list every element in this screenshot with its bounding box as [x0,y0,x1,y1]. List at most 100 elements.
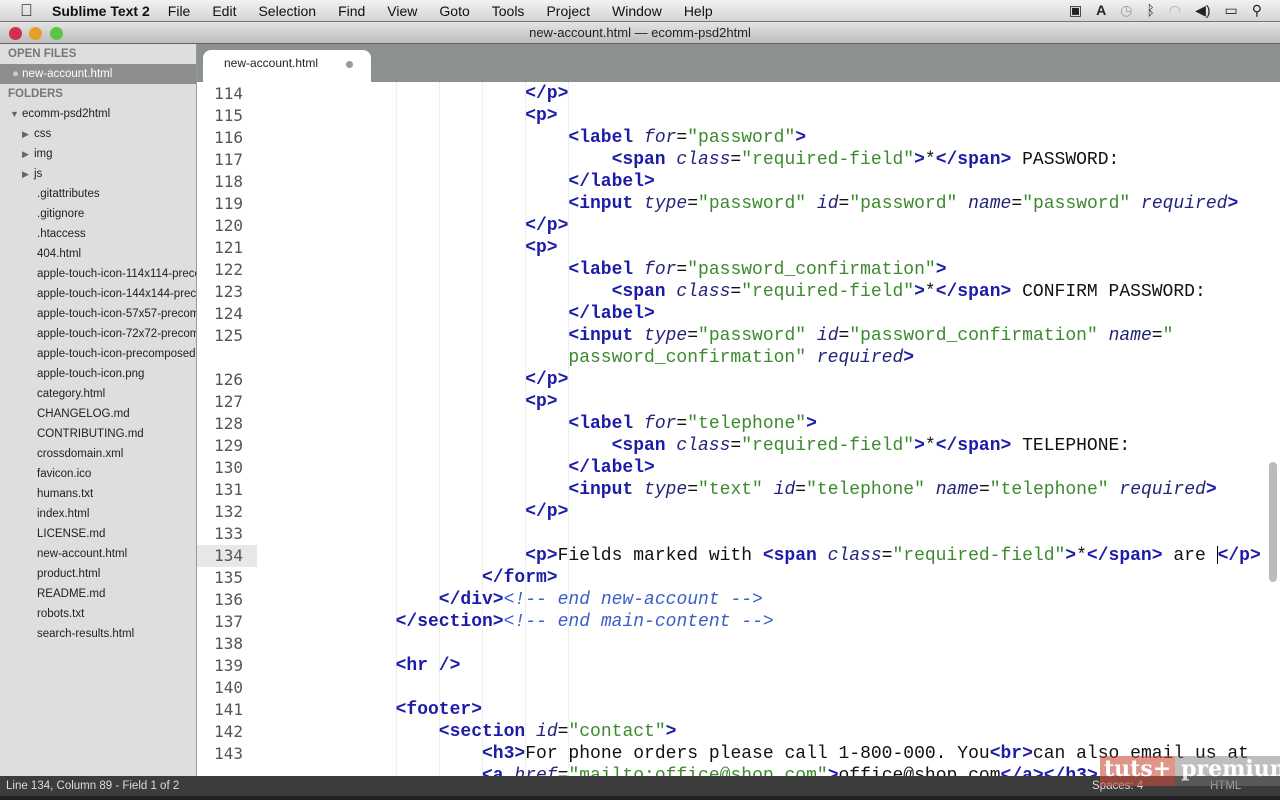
file-item[interactable]: 404.html [0,244,196,264]
text-token: = [881,546,893,566]
file-item[interactable]: favicon.ico [0,464,196,484]
file-item[interactable]: .gitattributes [0,184,196,204]
file-item[interactable]: .htaccess [0,224,196,244]
folder-root[interactable]: ▼ ecomm-psd2html [0,104,196,124]
wifi-icon[interactable]: ◠ [1169,2,1181,19]
tag-token: </p> [525,502,569,522]
file-item[interactable]: apple-touch-icon-144x144-precomposed.png [0,284,196,304]
file-item[interactable]: .gitignore [0,204,196,224]
file-item[interactable]: CHANGELOG.md [0,404,196,424]
menu-file[interactable]: File [168,3,191,19]
menu-help[interactable]: Help [684,3,713,19]
file-item[interactable]: new-account.html [0,544,196,564]
battery-icon[interactable]: ▭ [1225,2,1238,19]
text-token: * [924,436,936,456]
menu-tools[interactable]: Tools [492,3,525,19]
menu-goto[interactable]: Goto [439,3,469,19]
unsaved-dot-icon[interactable] [346,61,353,68]
file-item[interactable]: CONTRIBUTING.md [0,424,196,444]
cursor-position: Line 134, Column 89 - Field 1 of 2 [6,780,180,792]
app-menu[interactable]: Sublime Text 2 [52,3,150,19]
tag-token: <p> [525,392,558,412]
code-line: <label for="password_confirmation"> [266,259,946,281]
file-item[interactable]: apple-touch-icon-57x57-precomposed.png [0,304,196,324]
file-item[interactable]: category.html [0,384,196,404]
spotlight-icon[interactable]: ⚲ [1252,2,1262,19]
folder-item[interactable]: ▶ img [0,144,196,164]
file-item[interactable]: apple-touch-icon-72x72-precomposed.png [0,324,196,344]
apple-icon[interactable]:  [20,1,40,20]
time-machine-icon[interactable]: ◷ [1120,2,1132,19]
file-item[interactable]: humans.txt [0,484,196,504]
attribute-token: id [816,194,839,214]
bluetooth-icon[interactable]: ᛒ [1146,2,1154,19]
string-token: "text" [698,480,763,500]
file-item[interactable]: crossdomain.xml [0,444,196,464]
close-window-button[interactable] [9,27,22,40]
tag-token: </a></h3> [1000,766,1098,776]
zoom-window-button[interactable] [50,27,63,40]
attribute-token: name [1108,326,1152,346]
menu-window[interactable]: Window [612,3,662,19]
comment-token: <!-- end new-account --> [503,590,763,610]
tab-new-account[interactable]: new-account.html [203,50,371,82]
code-line: <hr /> [266,655,461,677]
text-token: * [924,150,936,170]
line-number: 138 [214,634,243,653]
string-token: "password" [1022,194,1131,214]
code-line: <label for="telephone"> [266,413,816,435]
line-number [197,765,257,776]
folder-item[interactable]: ▶ css [0,124,196,144]
string-token: "required-field" [741,282,915,302]
attribute-token: name [935,480,979,500]
code-editor[interactable]: 114 </p> 115 <p> 116 <label for="password"> 11… [197,82,1265,776]
file-item[interactable]: search-results.html [0,624,196,644]
tag-token: <label [568,128,645,148]
code-line: <span class="required-field">*</span> PA… [266,149,1120,171]
volume-icon[interactable]: ◀) [1195,2,1210,19]
attribute-token: type [644,480,688,500]
tag-token: </p> [1217,546,1261,566]
camera-icon[interactable]: ▣ [1069,2,1082,19]
file-item[interactable]: apple-touch-icon-precomposed.png [0,344,196,364]
scrollbar-thumb[interactable] [1269,462,1277,582]
expanded-triangle-icon: ▼ [10,109,19,119]
menu-selection[interactable]: Selection [258,3,316,19]
scrollbar[interactable] [1265,82,1280,776]
text-token: * [1076,546,1087,566]
menu-view[interactable]: View [387,3,417,19]
collapsed-triangle-icon: ▶ [22,129,29,139]
comment-token: <!-- end main-content --> [503,612,774,632]
string-token: "required-field" [741,436,915,456]
file-item[interactable]: README.md [0,584,196,604]
text-token: = [795,480,807,500]
file-item[interactable]: robots.txt [0,604,196,624]
file-item[interactable]: apple-touch-icon-114x114-precomposed.png [0,264,196,284]
menu-project[interactable]: Project [546,3,590,19]
menu-find[interactable]: Find [338,3,365,19]
code-line: </section><!-- end main-content --> [266,611,774,633]
code-line: </p> [266,369,568,391]
adobe-icon[interactable]: A [1096,2,1106,19]
tag-token: > [827,766,839,776]
tag-token: > [665,722,677,742]
string-token: "password_confirmation" [849,326,1098,346]
tag-token: </label> [568,304,655,324]
file-item[interactable]: LICENSE.md [0,524,196,544]
line-number: 132 [214,502,243,521]
menu-edit[interactable]: Edit [212,3,236,19]
line-number: 122 [214,260,243,279]
file-item[interactable]: index.html [0,504,196,524]
minimize-window-button[interactable] [29,27,42,40]
tag-token: > [1065,546,1077,566]
file-item[interactable]: product.html [0,564,196,584]
text-token: CONFIRM PASSWORD: [1011,282,1206,302]
file-item[interactable]: apple-touch-icon.png [0,364,196,384]
open-file-item[interactable]: ● new-account.html [0,64,196,84]
folder-label: img [34,148,53,160]
folder-item[interactable]: ▶ js [0,164,196,184]
